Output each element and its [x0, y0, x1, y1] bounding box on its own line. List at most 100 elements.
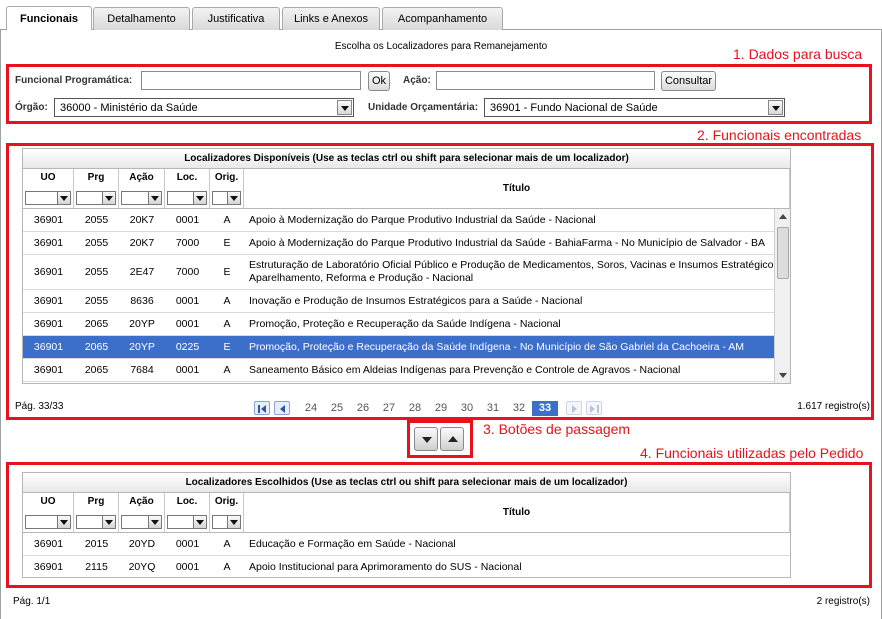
available-header-loc: Loc. [165, 169, 210, 209]
chevron-down-icon[interactable] [193, 192, 206, 204]
chevron-down-icon[interactable] [227, 516, 240, 528]
page-link[interactable]: 24 [298, 402, 324, 414]
unidade-select[interactable]: 36901 - Fundo Nacional de Saúde [484, 98, 785, 117]
chosen-cell-orig: A [223, 561, 231, 573]
available-header-label: Prg [87, 172, 105, 183]
table-row[interactable]: 36901 2055 20K7 0001 A Apoio à Modernização d… [23, 209, 774, 232]
table-row[interactable]: 36901 2065 20YP 0001 A Promoção, Proteção e R… [23, 313, 774, 336]
available-cell-uo: 36901 [33, 214, 64, 226]
chosen-filter-orig[interactable] [212, 515, 241, 529]
prev-page-icon[interactable] [274, 401, 290, 415]
page-link[interactable]: 25 [324, 402, 350, 414]
chosen-filter-acao[interactable] [121, 515, 162, 529]
table-row[interactable]: 36901 2055 8636 0001 A Inovação e Produção de… [23, 290, 774, 313]
scrollbar-thumb[interactable] [777, 227, 789, 279]
chevron-down-icon[interactable] [57, 516, 70, 528]
available-cell-titulo: Apoio à Modernização do Parque Produtivo… [249, 236, 765, 249]
available-cell-prg: 2065 [84, 318, 109, 330]
chevron-down-icon[interactable] [768, 100, 783, 115]
callout-botoes-passagem: 3. Botões de passagem [483, 421, 631, 437]
available-cell-loc: 0001 [175, 214, 200, 226]
available-filter-loc[interactable] [167, 191, 207, 205]
chosen-cell-titulo: Apoio Institucional para Aprimoramento d… [249, 560, 522, 573]
available-filter-acao[interactable] [121, 191, 162, 205]
tab-links-anexos[interactable]: Links e Anexos [282, 7, 380, 30]
table-row[interactable]: 36901 2115 20YQ 0001 A Apoio Institucional pa… [23, 556, 790, 577]
available-filter-orig[interactable] [212, 191, 241, 205]
chosen-header-orig: Orig. [210, 493, 244, 533]
page-link[interactable]: 30 [454, 402, 480, 414]
page-link[interactable]: 27 [376, 402, 402, 414]
tab-funcionais[interactable]: Funcionais [6, 6, 92, 30]
chosen-grid-caption: Localizadores Escolhidos (Use as teclas … [23, 473, 790, 493]
consultar-button[interactable]: Consultar [661, 71, 716, 91]
available-cell-uo: 36901 [33, 237, 64, 249]
chosen-header-label: Ação [129, 496, 154, 507]
move-up-button[interactable] [440, 427, 464, 451]
chevron-down-icon[interactable] [337, 100, 352, 115]
chosen-cell-titulo: Educação e Formação em Saúde - Nacional [249, 537, 456, 550]
available-header-orig: Orig. [210, 169, 244, 209]
table-row[interactable]: 36901 2065 20YP 0225 E Promoção, Proteção e R… [23, 336, 774, 359]
page-link[interactable]: 26 [350, 402, 376, 414]
available-cell-acao: 7684 [130, 364, 154, 376]
tab-detalhamento[interactable]: Detalhamento [93, 7, 190, 30]
chosen-cell-uo: 36901 [33, 561, 64, 573]
page-link[interactable]: 28 [402, 402, 428, 414]
chevron-down-icon[interactable] [102, 192, 115, 204]
orgao-value: 36000 - Ministério da Saúde [60, 102, 198, 114]
first-page-icon[interactable] [254, 401, 270, 415]
available-cell-titulo: Inovação e Produção de Insumos Estratégi… [249, 294, 583, 307]
available-cell-prg: 2055 [84, 237, 109, 249]
available-header-label: UO [40, 172, 56, 183]
ok-button[interactable]: Ok [368, 71, 390, 91]
callout-funcionais-encontradas: 2. Funcionais encontradas [697, 127, 862, 143]
orgao-select[interactable]: 36000 - Ministério da Saúde [54, 98, 354, 117]
page-link[interactable]: 32 [506, 402, 532, 414]
chosen-cell-prg: 2015 [84, 538, 109, 550]
chevron-down-icon[interactable] [227, 192, 240, 204]
page-link[interactable]: 29 [428, 402, 454, 414]
available-cell-uo: 36901 [33, 266, 64, 278]
move-down-button[interactable] [414, 427, 438, 451]
available-cell-acao: 8636 [130, 295, 154, 307]
next-page-icon[interactable] [566, 401, 582, 415]
table-row[interactable]: 36901 2055 20K7 7000 E Apoio à Modernização d… [23, 232, 774, 255]
available-cell-orig: E [223, 266, 231, 278]
available-cell-uo: 36901 [33, 364, 64, 376]
chosen-count-label: 2 registro(s) [816, 596, 870, 607]
table-row[interactable]: 36901 2055 2E47 7000 E Estruturação de Labora… [23, 255, 785, 290]
chosen-filter-uo[interactable] [25, 515, 71, 529]
chevron-down-icon[interactable] [148, 192, 161, 204]
chevron-down-icon[interactable] [148, 516, 161, 528]
acao-label: Ação: [403, 75, 431, 86]
available-cell-acao: 20YP [129, 318, 155, 330]
table-row[interactable]: 36901 2065 7684 0001 A Saneamento Básico em A… [23, 359, 774, 382]
scroll-up-icon[interactable] [779, 214, 787, 219]
available-cell-orig: E [223, 237, 231, 249]
funcional-input[interactable] [141, 71, 361, 90]
available-cell-acao: 20K7 [129, 214, 155, 226]
available-cell-prg: 2055 [84, 266, 109, 278]
chosen-header-loc: Loc. [165, 493, 210, 533]
acao-input[interactable] [436, 71, 655, 90]
funcional-label: Funcional Programática: [15, 75, 133, 86]
chosen-filter-prg[interactable] [76, 515, 116, 529]
chevron-down-icon[interactable] [57, 192, 70, 204]
chosen-cell-acao: 20YQ [128, 561, 156, 573]
available-cell-loc: 0225 [175, 341, 200, 353]
chosen-filter-loc[interactable] [167, 515, 207, 529]
chevron-down-icon[interactable] [102, 516, 115, 528]
page-link[interactable]: 33 [532, 400, 558, 416]
table-row[interactable]: 36901 2015 20YD 0001 A Educação e Formação em… [23, 533, 790, 556]
scroll-down-icon[interactable] [779, 373, 787, 378]
page-link[interactable]: 31 [480, 402, 506, 414]
available-vertical-scrollbar[interactable] [774, 209, 790, 383]
available-filter-prg[interactable] [76, 191, 116, 205]
last-page-icon[interactable] [586, 401, 602, 415]
tab-acompanhamento[interactable]: Acompanhamento [382, 7, 503, 30]
chevron-down-icon[interactable] [193, 516, 206, 528]
tab-justificativa[interactable]: Justificativa [192, 7, 280, 30]
available-filter-uo[interactable] [25, 191, 71, 205]
available-page-label: Pág. 33/33 [15, 401, 64, 412]
